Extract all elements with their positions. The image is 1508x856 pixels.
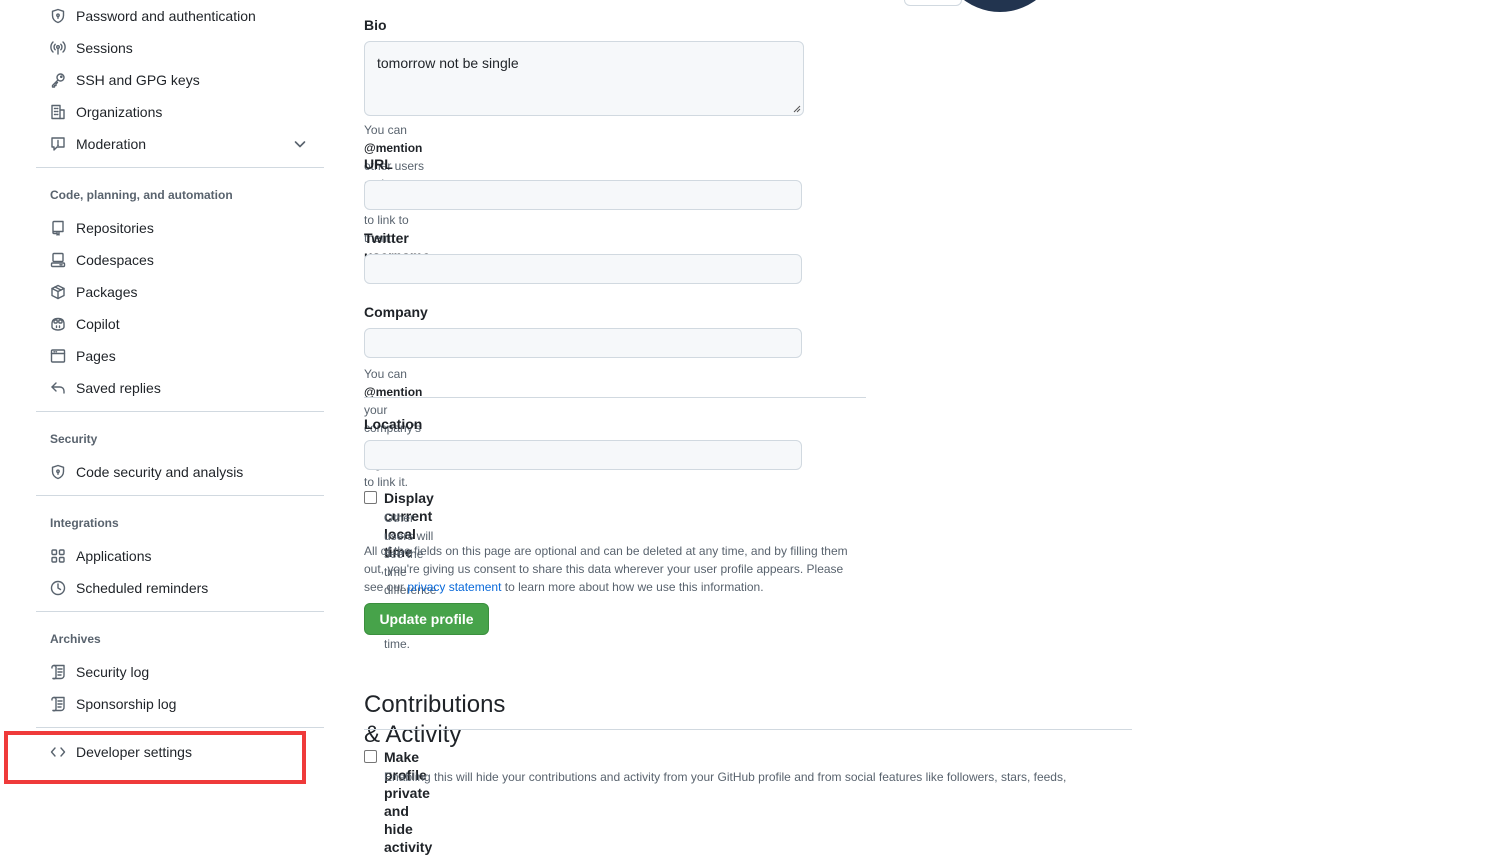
codespaces-icon [50, 252, 68, 268]
company-input[interactable] [364, 328, 802, 358]
clock-icon [50, 580, 68, 596]
sidebar-item-label: Copilot [76, 316, 120, 332]
sidebar-item-label: Scheduled reminders [76, 580, 209, 596]
sidebar-item-repositories[interactable]: Repositories [36, 212, 324, 244]
section-divider [364, 729, 1132, 730]
sidebar-item-label: Packages [76, 284, 138, 300]
sidebar-divider [36, 167, 324, 168]
location-input[interactable] [364, 440, 802, 470]
sidebar-divider [36, 727, 324, 728]
sidebar-group-heading: Security [50, 432, 98, 446]
sidebar-item-label: Moderation [76, 136, 147, 152]
repo-icon [50, 220, 68, 236]
sidebar-item-scheduled-reminders[interactable]: Scheduled reminders [36, 572, 324, 604]
shield-lock-icon [50, 464, 68, 480]
sidebar-item-moderation[interactable]: Moderation [36, 128, 324, 160]
sidebar-item-sessions[interactable]: Sessions [36, 32, 324, 64]
privacy-statement-link[interactable]: privacy statement [407, 580, 501, 594]
sidebar-item-pages[interactable]: Pages [36, 340, 324, 372]
sidebar-item-password-authentication[interactable]: Password and authentication [36, 0, 324, 32]
bio-textarea[interactable]: tomorrow not be single [364, 41, 804, 116]
local-time-checkbox[interactable] [364, 491, 377, 504]
private-profile-label[interactable]: Make profile private and hide activity [384, 748, 432, 856]
location-label: Location [364, 416, 423, 432]
shield-icon [50, 8, 68, 24]
reply-icon [50, 380, 68, 396]
report-icon [50, 136, 68, 152]
url-label: URL [364, 156, 393, 172]
twitter-input[interactable] [364, 254, 802, 284]
company-label: Company [364, 304, 428, 320]
sidebar-divider [36, 495, 324, 496]
sidebar-item-packages[interactable]: Packages [36, 276, 324, 308]
bio-label: Bio [364, 17, 387, 33]
package-icon [50, 284, 68, 300]
sidebar-item-label: Code security and analysis [76, 464, 244, 480]
private-profile-checkbox[interactable] [364, 750, 377, 763]
sidebar-group-heading: Code, planning, and automation [50, 188, 233, 202]
sidebar-item-label: Saved replies [76, 380, 161, 396]
sidebar-item-saved-replies[interactable]: Saved replies [36, 372, 324, 404]
apps-icon [50, 548, 68, 564]
sidebar-item-label: Pages [76, 348, 116, 364]
log-icon [50, 664, 68, 680]
sidebar-group-heading: Archives [50, 632, 101, 646]
sidebar-item-label: Organizations [76, 104, 163, 120]
sidebar-group-heading: Integrations [50, 516, 119, 530]
sidebar-item-label: Security log [76, 664, 150, 680]
form-divider [364, 397, 866, 398]
sidebar-item-label: Sessions [76, 40, 133, 56]
sidebar-divider [36, 411, 324, 412]
update-profile-button[interactable]: Update profile [364, 603, 489, 635]
bio-value: tomorrow not be single [377, 55, 519, 71]
sidebar-item-label: Applications [76, 548, 152, 564]
avatar-edit-button[interactable] [904, 0, 962, 6]
log-icon [50, 696, 68, 712]
developer-settings-highlight-box [4, 731, 306, 784]
sidebar-item-codespaces[interactable]: Codespaces [36, 244, 324, 276]
browser-icon [50, 348, 68, 364]
resize-grip-icon[interactable] [791, 103, 801, 113]
copilot-icon [50, 316, 68, 332]
sidebar-item-copilot[interactable]: Copilot [36, 308, 324, 340]
sidebar-item-label: Password and authentication [76, 8, 256, 24]
organization-icon [50, 104, 68, 120]
sidebar-item-applications[interactable]: Applications [36, 540, 324, 572]
sidebar-item-label: Repositories [76, 220, 154, 236]
sidebar-item-label: SSH and GPG keys [76, 72, 200, 88]
sidebar-item-security-log[interactable]: Security log [36, 656, 324, 688]
sidebar-item-ssh-gpg-keys[interactable]: SSH and GPG keys [36, 64, 324, 96]
private-profile-help-text: Enabling this will hide your contributio… [384, 770, 1067, 784]
sidebar-item-sponsorship-log[interactable]: Sponsorship log [36, 688, 324, 720]
key-icon [50, 72, 68, 88]
sidebar-item-label: Sponsorship log [76, 696, 177, 712]
sidebar-item-label: Codespaces [76, 252, 154, 268]
sidebar-item-code-security[interactable]: Code security and analysis [36, 456, 324, 488]
consent-text: All of the fields on this page are optio… [364, 544, 848, 594]
contributions-heading: Contributions & Activity [364, 691, 506, 748]
sidebar-item-organizations[interactable]: Organizations [36, 96, 324, 128]
chevron-down-icon[interactable] [292, 136, 308, 152]
sidebar-divider [36, 611, 324, 612]
broadcast-icon [50, 40, 68, 56]
url-input[interactable] [364, 180, 802, 210]
